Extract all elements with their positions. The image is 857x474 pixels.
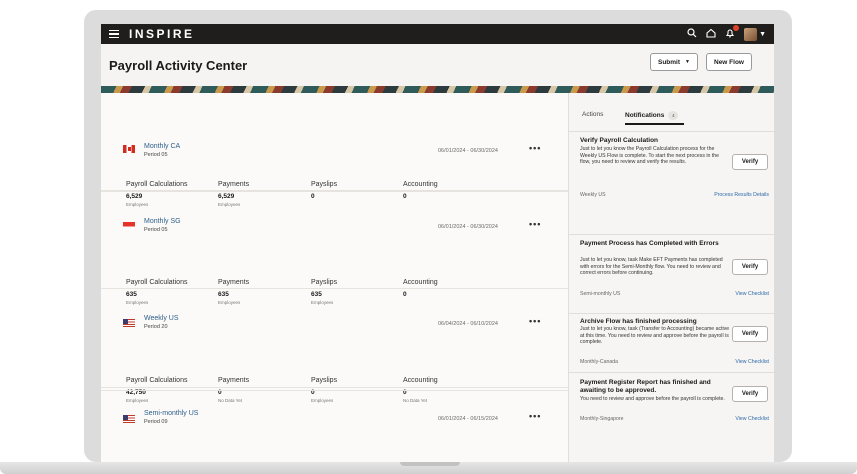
verify-button[interactable]: Verify (732, 259, 768, 275)
submit-button[interactable]: Submit ▼ (650, 53, 698, 71)
tab-notifications-label: Notifications (625, 112, 665, 119)
payroll-run-card[interactable]: Weekly US Period 20 06/04/2024 - 06/10/2… (101, 290, 568, 388)
notification-source: Weekly US (580, 192, 606, 198)
decorative-banner (101, 86, 774, 93)
notification-body: Just to let you know, task Make EFT Paym… (580, 257, 723, 277)
notification-source: Semi-monthly US (580, 291, 621, 297)
process-results-link[interactable]: Process Results Details (714, 192, 769, 198)
run-period: Period 09 (144, 419, 168, 425)
run-period: Period 20 (144, 324, 168, 330)
notification-card: Payment Register Report has finished and… (569, 372, 774, 432)
laptop-notch (400, 462, 460, 466)
brand-logo: INSPIRE (129, 27, 195, 41)
chevron-down-icon: ▼ (759, 30, 766, 38)
notification-title: Payment Process has Completed with Error… (580, 240, 719, 247)
notification-count-badge: 4 (668, 111, 679, 120)
panel-tabs: Actions Notifications 4 (569, 93, 774, 128)
run-period: Period 05 (144, 227, 168, 233)
view-checklist-link[interactable]: View Checklist (735, 416, 769, 422)
tab-actions[interactable]: Actions (582, 111, 603, 118)
search-icon[interactable] (687, 27, 697, 41)
run-name[interactable]: Weekly US (144, 315, 179, 322)
notification-body: Just to let you know the Payroll Calcula… (580, 146, 720, 166)
page-title: Payroll Activity Center (109, 58, 248, 73)
notification-body: Just to let you know, task (Transfer to … (580, 326, 730, 346)
view-checklist-link[interactable]: View Checklist (735, 359, 769, 365)
run-period: Period 05 (144, 152, 168, 158)
notification-title: Archive Flow has finished processing (580, 318, 697, 325)
notification-dot (733, 24, 740, 31)
notification-card: Payment Process has Completed with Error… (569, 234, 774, 306)
payroll-runs-list: Monthly CA Period 05 06/01/2024 - 06/30/… (101, 93, 568, 462)
payroll-run-card[interactable]: Monthly CA Period 05 06/01/2024 - 06/30/… (101, 93, 568, 191)
notification-card: Verify Payroll Calculation Just to let y… (569, 131, 774, 203)
run-dates: 06/04/2024 - 06/10/2024 (438, 321, 498, 327)
verify-button[interactable]: Verify (732, 386, 768, 402)
run-dates: 06/01/2024 - 06/30/2024 (438, 148, 498, 154)
new-flow-button[interactable]: New Flow (706, 53, 752, 71)
more-options-icon[interactable]: ••• (529, 316, 541, 326)
notification-card: Archive Flow has finished processing Jus… (569, 313, 774, 375)
view-checklist-link[interactable]: View Checklist (735, 291, 769, 297)
menu-icon[interactable] (109, 30, 119, 38)
submit-button-label: Submit (658, 58, 681, 66)
tab-notifications[interactable]: Notifications 4 (625, 111, 679, 120)
top-bar: INSPIRE ▼ (101, 24, 774, 44)
active-tab-indicator (625, 123, 684, 125)
home-icon[interactable] (706, 28, 716, 41)
payroll-run-card[interactable]: Monthly SG Period 05 06/01/2024 - 06/30/… (101, 191, 568, 289)
notification-source: Monthly-Canada (580, 359, 619, 365)
verify-button[interactable]: Verify (732, 326, 768, 342)
user-menu[interactable]: ▼ (744, 27, 766, 41)
run-name[interactable]: Monthly SG (144, 218, 181, 225)
chevron-down-icon: ▼ (685, 59, 690, 65)
singapore-flag-icon (123, 222, 135, 230)
page-header: Payroll Activity Center Submit ▼ New Flo… (101, 44, 774, 86)
app-screen: INSPIRE ▼ Payroll Activity Center Submit… (101, 24, 774, 462)
bell-icon[interactable] (725, 24, 740, 41)
run-dates: 06/01/2024 - 06/15/2024 (438, 416, 498, 422)
run-name[interactable]: Monthly CA (144, 143, 180, 150)
payroll-run-card[interactable]: Semi-monthly US Period 09 06/01/2024 - 0… (101, 390, 568, 462)
avatar (744, 27, 758, 41)
verify-button[interactable]: Verify (732, 154, 768, 170)
us-flag-icon (123, 415, 135, 423)
notification-title: Payment Register Report has finished and… (580, 379, 711, 394)
more-options-icon[interactable]: ••• (529, 143, 541, 153)
more-options-icon[interactable]: ••• (529, 411, 541, 421)
notifications-panel: Actions Notifications 4 Verify Payroll Ca… (568, 93, 774, 462)
notification-body: You need to review and approve before th… (580, 396, 725, 402)
notification-source: Monthly-Singapore (580, 416, 624, 422)
notification-title: Verify Payroll Calculation (580, 137, 659, 144)
us-flag-icon (123, 319, 135, 327)
run-dates: 06/01/2024 - 06/30/2024 (438, 224, 498, 230)
canada-flag-icon (123, 145, 135, 153)
run-name[interactable]: Semi-monthly US (144, 410, 198, 417)
more-options-icon[interactable]: ••• (529, 219, 541, 229)
